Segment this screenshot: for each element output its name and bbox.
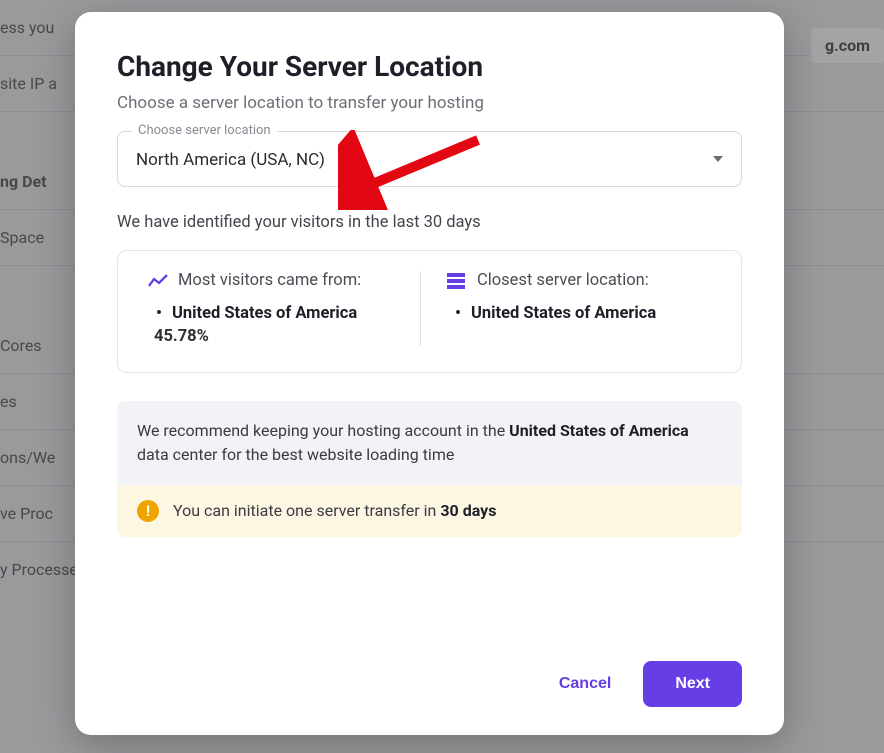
visitor-stats-box: Most visitors came from: United States o… bbox=[117, 250, 742, 373]
recommend-prefix: We recommend keeping your hosting accoun… bbox=[137, 421, 509, 440]
chevron-down-icon bbox=[713, 156, 723, 162]
select-label: Choose server location bbox=[132, 123, 277, 138]
closest-server-col: Closest server location: United States o… bbox=[420, 271, 719, 346]
most-visitors-country: United States of America bbox=[154, 304, 412, 323]
trend-icon bbox=[148, 274, 168, 288]
modal-title: Change Your Server Location bbox=[117, 50, 742, 83]
visitors-identified-text: We have identified your visitors in the … bbox=[117, 213, 742, 232]
closest-server-country: United States of America bbox=[453, 304, 711, 323]
recommend-country: United States of America bbox=[509, 421, 689, 440]
warn-days: 30 days bbox=[440, 501, 496, 520]
next-button[interactable]: Next bbox=[643, 661, 742, 707]
recommend-suffix: data center for the best website loading… bbox=[137, 445, 454, 464]
warn-prefix: You can initiate one server transfer in bbox=[173, 501, 440, 520]
recommendation-banner: We recommend keeping your hosting accoun… bbox=[117, 401, 742, 485]
modal-actions: Cancel Next bbox=[117, 639, 742, 707]
select-value: North America (USA, NC) bbox=[136, 150, 325, 170]
cancel-button[interactable]: Cancel bbox=[553, 663, 617, 705]
server-icon bbox=[447, 273, 467, 289]
server-location-select[interactable]: Choose server location North America (US… bbox=[117, 131, 742, 187]
change-server-location-modal: Change Your Server Location Choose a ser… bbox=[75, 12, 784, 735]
closest-server-label: Closest server location: bbox=[477, 271, 649, 290]
most-visitors-pct: 45.78% bbox=[154, 327, 412, 346]
most-visitors-label: Most visitors came from: bbox=[178, 271, 361, 290]
transfer-limit-banner: ! You can initiate one server transfer i… bbox=[117, 485, 742, 537]
most-visitors-col: Most visitors came from: United States o… bbox=[140, 271, 420, 346]
warning-icon: ! bbox=[137, 500, 159, 522]
modal-subtitle: Choose a server location to transfer you… bbox=[117, 93, 742, 113]
